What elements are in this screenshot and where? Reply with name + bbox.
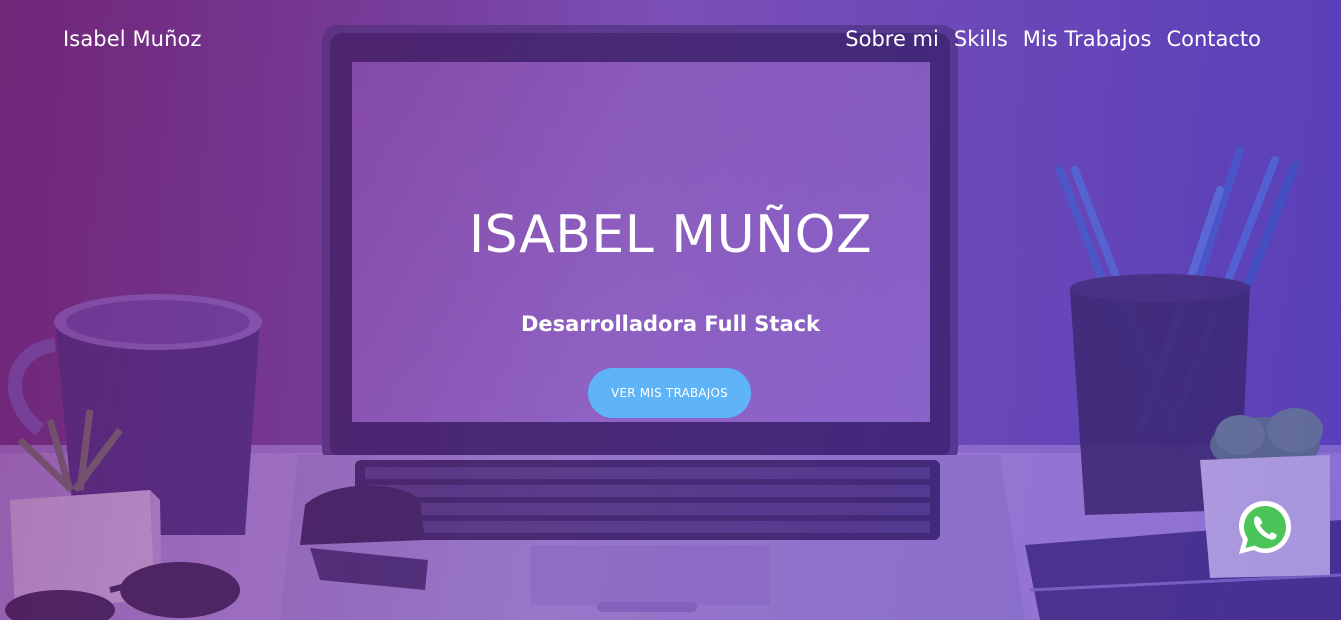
hero-section: Isabel Muñoz Sobre mi Skills Mis Trabajo…: [0, 0, 1341, 620]
view-works-button[interactable]: VER MIS TRABAJOS: [588, 368, 751, 418]
nav-link-sobre-mi[interactable]: Sobre mi: [845, 27, 939, 51]
nav-link-skills[interactable]: Skills: [954, 27, 1008, 51]
whatsapp-button[interactable]: [1235, 498, 1295, 558]
whatsapp-icon: [1239, 501, 1291, 554]
brand-link[interactable]: Isabel Muñoz: [63, 27, 202, 51]
top-navbar: Isabel Muñoz Sobre mi Skills Mis Trabajo…: [0, 0, 1341, 80]
nav-link-contacto[interactable]: Contacto: [1166, 27, 1261, 51]
hero-background-image: [0, 0, 1341, 620]
hero-title: ISABEL MUÑOZ: [468, 205, 873, 265]
stapler-image: [300, 485, 428, 590]
nav-link-mis-trabajos[interactable]: Mis Trabajos: [1023, 27, 1152, 51]
hero-subtitle: Desarrolladora Full Stack: [520, 312, 821, 336]
nav-menu: Sobre mi Skills Mis Trabajos Contacto: [845, 27, 1261, 51]
